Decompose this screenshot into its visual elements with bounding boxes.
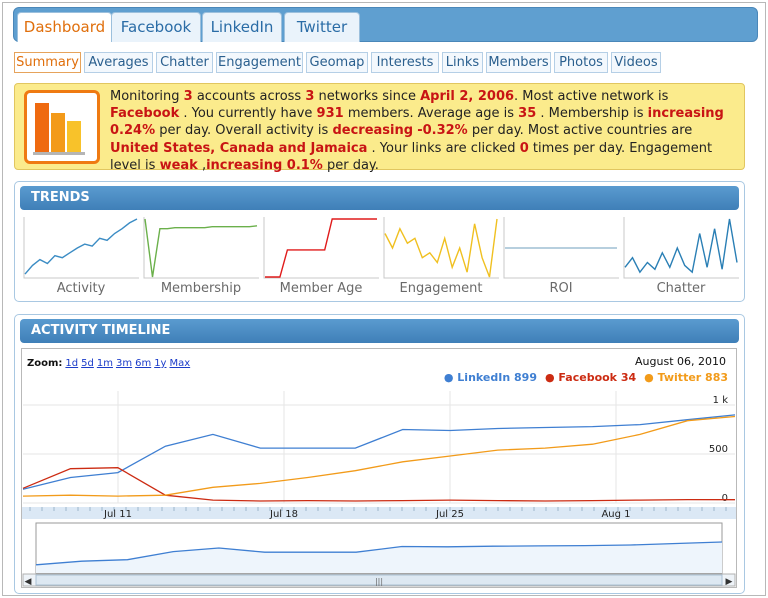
x-tick-label: Aug 1	[601, 509, 630, 520]
timeline-plot: 0 500 1 k Jul 11 Jul 18 Jul 25 Aug 1 ◀ ▶ |||	[22, 391, 736, 587]
activity-timeline-panel: ACTIVITY TIMELINE Zoom: 1d 5d 1m 3m 6m 1y Max A…	[14, 314, 745, 594]
trend-chatter[interactable]: Chatter	[623, 217, 739, 297]
trend-roi[interactable]: ROI	[503, 217, 619, 297]
subtab-geomap[interactable]: Geomap	[306, 52, 368, 73]
subtab-chatter[interactable]: Chatter	[156, 52, 213, 73]
tab-linkedin[interactable]: LinkedIn	[202, 12, 282, 42]
summary-text: Monitoring 3 accounts across 3 networks …	[110, 89, 724, 173]
trend-member-age[interactable]: Member Age	[263, 217, 379, 297]
trend-label: Member Age	[279, 281, 363, 296]
timeline-header: ACTIVITY TIMELINE	[20, 319, 739, 343]
trend-label: Chatter	[656, 281, 706, 296]
sparkline	[23, 217, 139, 279]
y-tick-label: 500	[709, 444, 728, 455]
trends-header: TRENDS	[20, 186, 739, 210]
trend-label: Activity	[56, 281, 106, 296]
x-tick-label: Jul 18	[269, 509, 298, 520]
tab-dashboard[interactable]: Dashboard	[17, 12, 112, 42]
trend-engagement[interactable]: Engagement	[383, 217, 499, 297]
sparkline-series	[384, 218, 498, 278]
trend-label: Engagement	[399, 281, 483, 296]
top-tab-bar: Dashboard Facebook LinkedIn Twitter	[13, 7, 758, 42]
tab-twitter[interactable]: Twitter	[284, 12, 360, 42]
timeline-chart: Zoom: 1d 5d 1m 3m 6m 1y Max August 06, 2010 ● L…	[21, 348, 737, 588]
sparkline	[263, 217, 379, 279]
series-line-linkedin	[22, 414, 736, 490]
trend-label: ROI	[549, 281, 573, 296]
subtab-videos[interactable]: Videos	[611, 52, 661, 73]
sparkline	[143, 217, 259, 279]
sparkline-series	[24, 218, 138, 275]
trend-label: Membership	[160, 281, 242, 296]
sparkline	[623, 217, 739, 279]
subtab-summary[interactable]: Summary	[14, 52, 81, 73]
sparkline	[503, 217, 619, 279]
scroll-left-arrow: ◀	[25, 577, 32, 587]
subtab-averages[interactable]: Averages	[84, 52, 153, 73]
x-tick-label: Jul 11	[103, 509, 132, 520]
series-line-twitter	[22, 415, 736, 497]
subtab-links[interactable]: Links	[442, 52, 483, 73]
tab-facebook[interactable]: Facebook	[111, 12, 201, 42]
subtab-photos[interactable]: Photos	[554, 52, 608, 73]
summary-box: Monitoring 3 accounts across 3 networks …	[14, 83, 745, 173]
sparkline-series	[265, 218, 377, 278]
sparkline-series	[144, 218, 258, 278]
subtab-members[interactable]: Members	[486, 52, 551, 73]
x-tick-label: Jul 25	[435, 509, 464, 520]
trend-activity[interactable]: Activity	[23, 217, 139, 297]
y-tick-label: 0	[722, 493, 728, 504]
subtab-engagement[interactable]: Engagement	[216, 52, 303, 73]
sparkline-series	[624, 218, 738, 274]
y-tick-label: 1 k	[713, 395, 729, 406]
trends-panel: TRENDS Activity Membership Member Age Engag…	[14, 181, 745, 302]
bar-chart-icon	[24, 90, 100, 164]
sparkline	[383, 217, 499, 279]
trend-membership[interactable]: Membership	[143, 217, 259, 297]
scroll-handle: |||	[375, 577, 383, 586]
scroll-right-arrow: ▶	[726, 577, 733, 587]
subtab-interests[interactable]: Interests	[371, 52, 439, 73]
